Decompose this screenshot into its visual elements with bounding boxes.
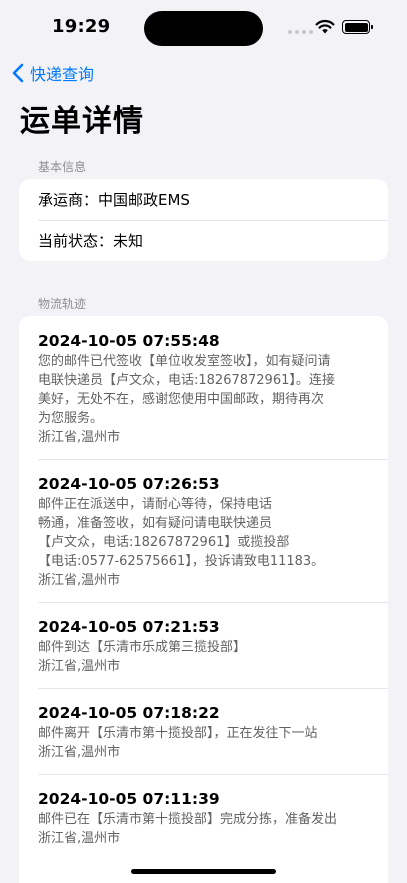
screen: 19:29 快递查询 运单详情 基本信息 承运商：中国邮政EMS 当前状态：未知… <box>0 0 407 883</box>
status-row: 当前状态：未知 <box>19 220 388 261</box>
track-location: 浙江省,温州市 <box>38 573 121 588</box>
track-time: 2024-10-05 07:21:53 <box>38 618 220 636</box>
signal-dots-icon <box>288 30 313 34</box>
track-location: 浙江省,温州市 <box>38 831 121 846</box>
track-time: 2024-10-05 07:11:39 <box>38 790 220 808</box>
track-location: 浙江省,温州市 <box>38 659 121 674</box>
tracking-header: 物流轨迹 <box>38 297 87 311</box>
track-time: 2024-10-05 07:55:48 <box>38 332 220 350</box>
home-indicator[interactable] <box>131 869 276 874</box>
track-item: 2024-10-05 07:55:48 您的邮件已代签收【单位收发室签收】，如有… <box>19 316 388 459</box>
track-time: 2024-10-05 07:26:53 <box>38 475 220 493</box>
track-description: 邮件离开【乐清市第十揽投部】，正在发往下一站 <box>38 726 318 741</box>
wifi-icon <box>315 19 335 34</box>
chevron-left-icon <box>12 63 24 83</box>
track-description: 邮件正在派送中，请耐心等待，保持电话 畅通，准备签收，如有疑问请电联快递员 【卢… <box>38 497 325 569</box>
page-title: 运单详情 <box>20 104 144 139</box>
track-time: 2024-10-05 07:18:22 <box>38 704 220 722</box>
track-description: 您的邮件已代签收【单位收发室签收】，如有疑问请 电联快递员【卢文众，电话:182… <box>38 354 335 426</box>
status-time: 19:29 <box>52 16 111 37</box>
track-location: 浙江省,温州市 <box>38 430 121 445</box>
track-item: 2024-10-05 07:11:39 邮件已在【乐清市第十揽投部】完成分拣，准… <box>19 774 388 860</box>
back-button[interactable]: 快递查询 <box>12 60 94 86</box>
track-location: 浙江省,温州市 <box>38 745 121 760</box>
track-item: 2024-10-05 07:18:22 邮件离开【乐清市第十揽投部】，正在发往下… <box>19 688 388 774</box>
battery-icon <box>342 20 373 34</box>
basic-info-header: 基本信息 <box>38 160 87 174</box>
tracking-card: 2024-10-05 07:55:48 您的邮件已代签收【单位收发室签收】，如有… <box>19 316 388 883</box>
carrier-row: 承运商：中国邮政EMS <box>19 179 388 220</box>
dynamic-island <box>144 11 263 46</box>
track-item: 2024-10-05 07:26:53 邮件正在派送中，请耐心等待，保持电话 畅… <box>19 459 388 602</box>
track-description: 邮件已在【乐清市第十揽投部】完成分拣，准备发出 <box>38 812 338 827</box>
track-item: 2024-10-05 07:21:53 邮件到达【乐清市乐成第三揽投部】 浙江省… <box>19 602 388 688</box>
status-text: 当前状态：未知 <box>38 232 144 250</box>
basic-info-card: 承运商：中国邮政EMS 当前状态：未知 <box>19 179 388 261</box>
back-label: 快递查询 <box>30 65 95 84</box>
status-bar: 19:29 <box>0 0 407 58</box>
carrier-text: 承运商：中国邮政EMS <box>38 191 190 209</box>
track-description: 邮件到达【乐清市乐成第三揽投部】 <box>38 640 247 655</box>
